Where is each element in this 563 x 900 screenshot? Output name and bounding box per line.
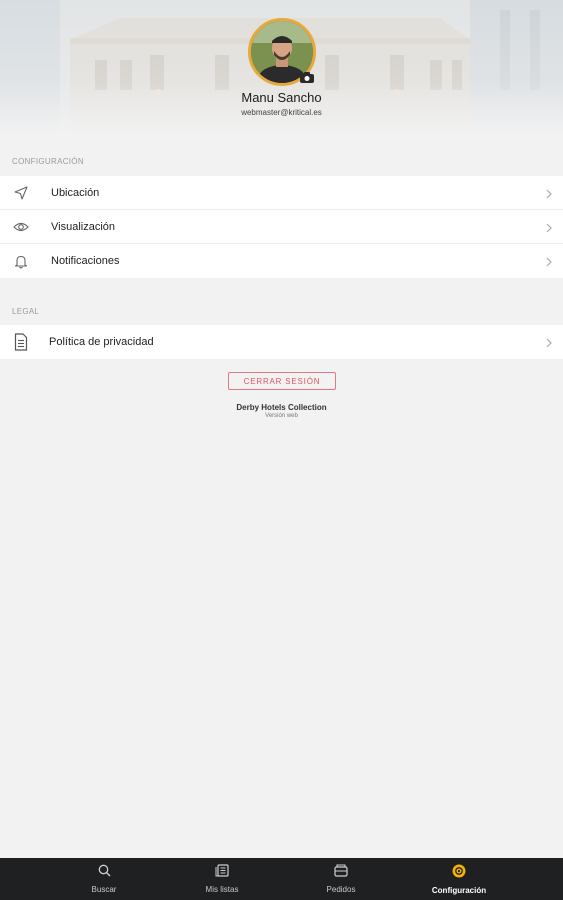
settings-gear-icon [452, 864, 466, 883]
tab-my-lists[interactable]: Mis listas [167, 858, 277, 900]
navigation-arrow-icon [12, 184, 30, 202]
tab-label: Pedidos [326, 885, 356, 894]
settings-item-label: Visualización [51, 220, 116, 233]
user-name: Manu Sancho [241, 90, 322, 105]
version-label: Versión web [265, 413, 298, 419]
settings-item-display[interactable]: Visualización [0, 210, 563, 244]
user-email: webmaster@kritical.es [241, 108, 322, 117]
search-icon [98, 864, 111, 882]
tab-label: Mis listas [205, 885, 239, 894]
settings-item-privacy-policy[interactable]: Política de privacidad [0, 325, 563, 359]
settings-item-notifications[interactable]: Notificaciones [0, 244, 563, 278]
chevron-right-icon [545, 336, 553, 348]
bottom-tab-bar: Buscar Mis listas Pedidos Configuración [0, 858, 563, 900]
config-list: Ubicación Visualización Notificaciones [0, 176, 563, 278]
logout-button[interactable]: CERRAR SESIÓN [228, 372, 336, 390]
tab-search[interactable]: Buscar [49, 858, 159, 900]
chevron-right-icon [545, 187, 553, 199]
camera-icon[interactable] [300, 70, 314, 83]
tab-label: Configuración [431, 885, 487, 895]
tab-orders[interactable]: Pedidos [286, 858, 396, 900]
section-label-config: CONFIGURACIÓN [12, 157, 84, 166]
eye-icon [12, 218, 30, 236]
bell-icon [12, 252, 30, 270]
tab-settings[interactable]: Configuración [404, 858, 514, 900]
settings-item-label: Política de privacidad [49, 336, 154, 348]
organization-name: Derby Hotels Collection [236, 403, 327, 412]
settings-item-label: Notificaciones [51, 255, 120, 267]
list-icon [215, 864, 229, 882]
legal-list: Política de privacidad [0, 325, 563, 359]
settings-item-label: Ubicación [51, 186, 100, 199]
chevron-right-icon [545, 221, 553, 233]
document-icon [12, 333, 30, 351]
chevron-right-icon [545, 255, 553, 267]
settings-item-location[interactable]: Ubicación [0, 176, 563, 210]
orders-icon [334, 864, 348, 882]
section-label-legal: LEGAL [12, 307, 40, 316]
tab-label: Buscar [91, 885, 117, 894]
